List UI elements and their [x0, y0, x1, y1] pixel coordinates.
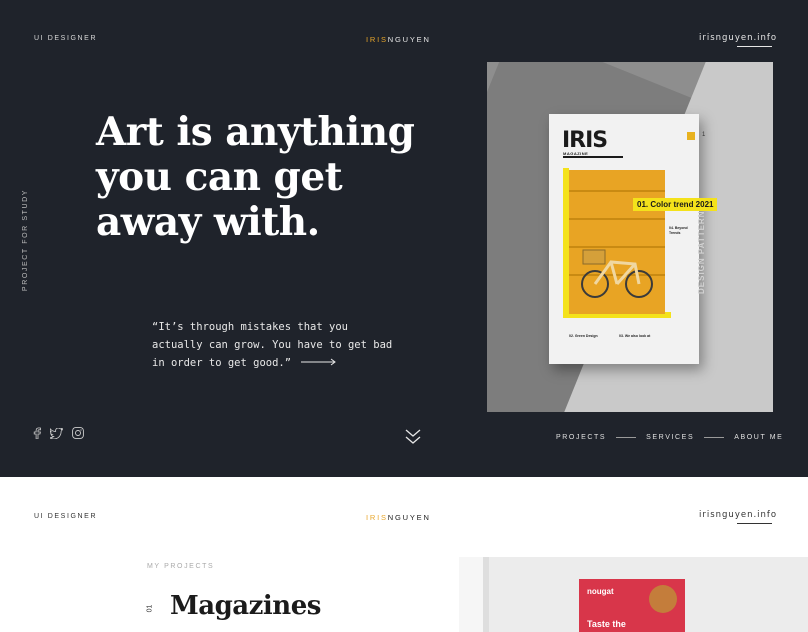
nav-about-me[interactable]: ABOUT ME: [734, 434, 783, 441]
website-link-underline: [737, 523, 772, 524]
website-link-underline: [737, 46, 772, 47]
website-link[interactable]: irisnguyen.info: [699, 510, 777, 520]
poster-brand: nougat: [587, 587, 614, 596]
arrow-right-icon[interactable]: [301, 354, 337, 372]
hero-quote: “It’s through mistakes that you actually…: [152, 318, 402, 372]
magazine-column-head-3: 04. Beyond Trends: [669, 226, 688, 235]
facebook-icon[interactable]: [33, 427, 41, 439]
vertical-side-label: PROJECT FOR STUDY: [22, 188, 29, 292]
instagram-icon[interactable]: [72, 427, 84, 439]
logo-first-name: IRIS: [366, 513, 388, 522]
magazine-title: IRIS: [562, 128, 608, 153]
project-index: 01: [146, 604, 154, 613]
magazine-side-text: DESIGN PATTERN: [697, 210, 706, 294]
site-logo[interactable]: IRISNGUYEN: [366, 35, 431, 44]
section-title: Magazines: [170, 591, 321, 621]
role-label: UI DESIGNER: [34, 513, 98, 520]
hero-section: UI DESIGNER IRISNGUYEN irisnguyen.info P…: [0, 0, 808, 477]
magazine-color-square: [687, 132, 695, 140]
main-nav: PROJECTS SERVICES ABOUT ME: [556, 434, 783, 441]
magazine-cover: IRIS MAGAZINE 1 01. Color trend 2021 02.…: [549, 114, 718, 364]
nav-projects[interactable]: PROJECTS: [556, 434, 606, 441]
hero-quote-text: “It’s through mistakes that you actually…: [152, 321, 393, 369]
logo-last-name: NGUYEN: [387, 513, 431, 522]
site-logo[interactable]: IRISNGUYEN: [366, 513, 431, 522]
role-label: UI DESIGNER: [34, 35, 98, 42]
twitter-icon[interactable]: [50, 427, 63, 439]
logo-last-name: NGUYEN: [387, 35, 431, 44]
logo-first-name: IRIS: [366, 35, 388, 44]
window-frame: [459, 557, 489, 632]
magazine-column-head-2: 03. We also look at: [619, 334, 651, 338]
wall-board-line: [569, 190, 665, 192]
magazine-mockup-image: IRIS MAGAZINE 1 01. Color trend 2021 02.…: [487, 62, 773, 412]
bowl-icon: [649, 585, 677, 613]
magazine-bike-photo: [569, 170, 665, 314]
magazine-headline-tag: 01. Color trend 2021: [633, 198, 718, 211]
poster-text: Taste the: [587, 619, 626, 629]
nav-services[interactable]: SERVICES: [646, 434, 694, 441]
nav-divider: [616, 437, 637, 438]
nav-divider: [704, 437, 725, 438]
wall-board-line: [569, 218, 665, 220]
project-preview-image[interactable]: nougat Taste the: [459, 557, 808, 632]
website-link[interactable]: irisnguyen.info: [699, 33, 777, 43]
magazine-number: 1: [702, 132, 706, 138]
magazine-column-head-1: 02. Green Design: [569, 334, 598, 338]
magazine-title-bar: [563, 156, 623, 158]
social-links: [33, 427, 84, 439]
projects-section: UI DESIGNER IRISNGUYEN irisnguyen.info M…: [0, 477, 808, 632]
double-chevron-down-icon[interactable]: [404, 428, 422, 451]
poster: nougat Taste the: [579, 579, 685, 632]
bicycle-icon: [577, 240, 657, 305]
section-kicker: MY PROJECTS: [147, 563, 215, 570]
hero-headline: Art is anything you can get away with.: [96, 109, 415, 245]
